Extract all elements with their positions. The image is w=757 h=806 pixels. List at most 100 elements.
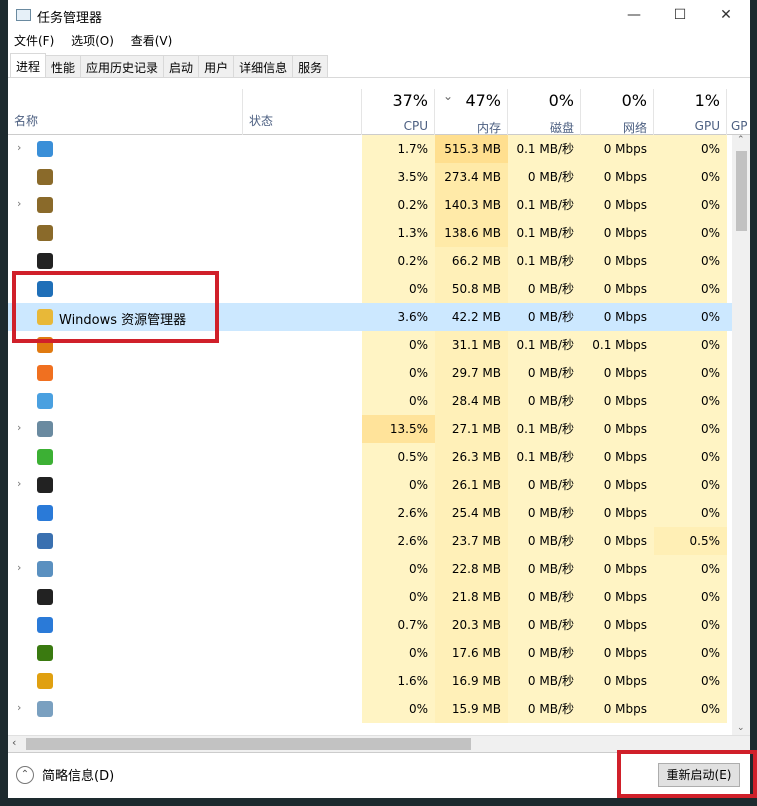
- cpu-total: 37%: [392, 91, 428, 110]
- process-row[interactable]: 0% 28.4 MB 0 MB/秒 0 Mbps 0%: [8, 387, 732, 415]
- memory-cell: 23.7 MB: [435, 527, 508, 555]
- tab-performance[interactable]: 性能: [45, 55, 82, 77]
- memory-cell: 26.1 MB: [435, 471, 508, 499]
- expand-chevron-icon[interactable]: ›: [17, 197, 21, 210]
- maximize-button[interactable]: ☐: [658, 2, 702, 28]
- column-gpu-engine[interactable]: GP: [727, 89, 750, 135]
- paint-palette-icon: [37, 701, 53, 717]
- network-cell: 0 Mbps: [581, 443, 654, 471]
- column-cpu[interactable]: 37% CPU: [362, 89, 435, 135]
- network-cell: 0 Mbps: [581, 359, 654, 387]
- fewer-details-button[interactable]: ⌃ 简略信息(D): [16, 765, 114, 784]
- network-cell: 0 Mbps: [581, 695, 654, 723]
- process-row[interactable]: 0% 29.7 MB 0 MB/秒 0 Mbps 0%: [8, 359, 732, 387]
- menu-options[interactable]: 选项(O): [71, 34, 114, 48]
- process-row[interactable]: 2.6% 25.4 MB 0 MB/秒 0 Mbps 0%: [8, 499, 732, 527]
- cpu-cell: 3.5%: [362, 163, 435, 191]
- process-row[interactable]: 0.5% 26.3 MB 0.1 MB/秒 0 Mbps 0%: [8, 443, 732, 471]
- gpu-total: 1%: [694, 91, 720, 110]
- cpu-cell: 0%: [362, 275, 435, 303]
- process-row[interactable]: 0% 21.8 MB 0 MB/秒 0 Mbps 0%: [8, 583, 732, 611]
- memory-cell: 15.9 MB: [435, 695, 508, 723]
- gpu-cell: 0%: [654, 555, 727, 583]
- process-row[interactable]: 0% 17.6 MB 0 MB/秒 0 Mbps 0%: [8, 639, 732, 667]
- network-cell: 0 Mbps: [581, 219, 654, 247]
- orange-c-icon: [37, 673, 53, 689]
- process-row[interactable]: 0.7% 20.3 MB 0 MB/秒 0 Mbps 0%: [8, 611, 732, 639]
- cpu-cell: 0%: [362, 555, 435, 583]
- expand-chevron-icon[interactable]: ›: [17, 561, 21, 574]
- disk-total: 0%: [548, 91, 574, 110]
- qq-penguin-icon: [37, 253, 53, 269]
- process-row[interactable]: › 1.7% 515.3 MB 0.1 MB/秒 0 Mbps 0%: [8, 135, 732, 163]
- title-bar: 任务管理器 — ☐ ✕: [8, 0, 750, 30]
- process-row[interactable]: 1.3% 138.6 MB 0.1 MB/秒 0 Mbps 0%: [8, 219, 732, 247]
- tab-app-history[interactable]: 应用历史记录: [80, 55, 165, 77]
- network-cell: 0 Mbps: [581, 191, 654, 219]
- process-row[interactable]: 3.5% 273.4 MB 0 MB/秒 0 Mbps 0%: [8, 163, 732, 191]
- cpu-label: CPU: [403, 119, 428, 133]
- tab-users[interactable]: 用户: [198, 55, 235, 77]
- process-row[interactable]: › 13.5% 27.1 MB 0.1 MB/秒 0 Mbps 0%: [8, 415, 732, 443]
- process-row[interactable]: › 0% 15.9 MB 0 MB/秒 0 Mbps 0%: [8, 695, 732, 723]
- gear-icon: [37, 561, 53, 577]
- sort-chevron-icon: ⌄: [443, 89, 454, 103]
- process-row[interactable]: › 0% 22.8 MB 0 MB/秒 0 Mbps 0%: [8, 555, 732, 583]
- process-row[interactable]: 2.6% 23.7 MB 0 MB/秒 0 Mbps 0.5%: [8, 527, 732, 555]
- vertical-scrollbar[interactable]: ⌃ ⌄: [732, 135, 750, 735]
- gpu-label: GPU: [694, 119, 720, 133]
- expand-chevron-icon[interactable]: ›: [17, 421, 21, 434]
- network-cell: 0 Mbps: [581, 555, 654, 583]
- scroll-up-icon[interactable]: ⌃: [737, 135, 745, 145]
- gpu-cell: 0%: [654, 667, 727, 695]
- expand-chevron-icon[interactable]: ›: [17, 701, 21, 714]
- horizontal-scrollbar-thumb[interactable]: [26, 738, 471, 750]
- tab-processes[interactable]: 进程: [10, 53, 47, 77]
- close-button[interactable]: ✕: [704, 2, 748, 28]
- column-memory[interactable]: ⌄ 47% 内存: [435, 89, 508, 135]
- process-row[interactable]: › 0.2% 140.3 MB 0.1 MB/秒 0 Mbps 0%: [8, 191, 732, 219]
- column-status[interactable]: 状态: [243, 89, 362, 135]
- cpu-cell: 0.5%: [362, 443, 435, 471]
- nvidia-icon: [37, 645, 53, 661]
- network-label: 网络: [622, 121, 647, 135]
- tab-startup[interactable]: 启动: [163, 55, 200, 77]
- process-row[interactable]: › 0% 26.1 MB 0 MB/秒 0 Mbps 0%: [8, 471, 732, 499]
- scroll-left-icon[interactable]: ‹: [12, 736, 16, 749]
- process-row[interactable]: 1.6% 16.9 MB 0 MB/秒 0 Mbps 0%: [8, 667, 732, 695]
- column-disk[interactable]: 0% 磁盘: [508, 89, 581, 135]
- tab-details[interactable]: 详细信息: [233, 55, 294, 77]
- column-name[interactable]: 名称: [8, 89, 243, 135]
- memory-cell: 29.7 MB: [435, 359, 508, 387]
- cpu-cell: 0%: [362, 639, 435, 667]
- disk-cell: 0 MB/秒: [508, 611, 581, 639]
- memory-cell: 22.8 MB: [435, 555, 508, 583]
- column-network[interactable]: 0% 网络: [581, 89, 654, 135]
- gpu-cell: 0%: [654, 191, 727, 219]
- league-of-legends-icon: [37, 225, 53, 241]
- gpu-cell: 0%: [654, 359, 727, 387]
- shield-icon: [37, 617, 53, 633]
- disk-cell: 0.1 MB/秒: [508, 331, 581, 359]
- tab-services[interactable]: 服务: [292, 55, 329, 77]
- gpu-cell: 0%: [654, 611, 727, 639]
- column-gpu[interactable]: 1% GPU: [654, 89, 727, 135]
- expand-chevron-icon[interactable]: ›: [17, 477, 21, 490]
- shield-icon: [37, 505, 53, 521]
- expand-chevron-icon[interactable]: ›: [17, 141, 21, 154]
- highlight-box: [12, 271, 219, 343]
- cpu-cell: 0%: [362, 471, 435, 499]
- scroll-down-icon[interactable]: ⌄: [737, 723, 745, 733]
- league-of-legends-icon: [37, 197, 53, 213]
- disk-cell: 0.1 MB/秒: [508, 247, 581, 275]
- menu-view[interactable]: 查看(V): [131, 34, 173, 48]
- cpu-cell: 1.6%: [362, 667, 435, 695]
- network-cell: 0 Mbps: [581, 415, 654, 443]
- menu-file[interactable]: 文件(F): [14, 34, 54, 48]
- network-cell: 0 Mbps: [581, 275, 654, 303]
- gpu-cell: 0%: [654, 471, 727, 499]
- minimize-button[interactable]: —: [612, 2, 656, 28]
- scrollbar-thumb[interactable]: [736, 151, 747, 231]
- cpu-cell: 3.6%: [397, 310, 429, 324]
- disk-cell: 0.1 MB/秒: [508, 191, 581, 219]
